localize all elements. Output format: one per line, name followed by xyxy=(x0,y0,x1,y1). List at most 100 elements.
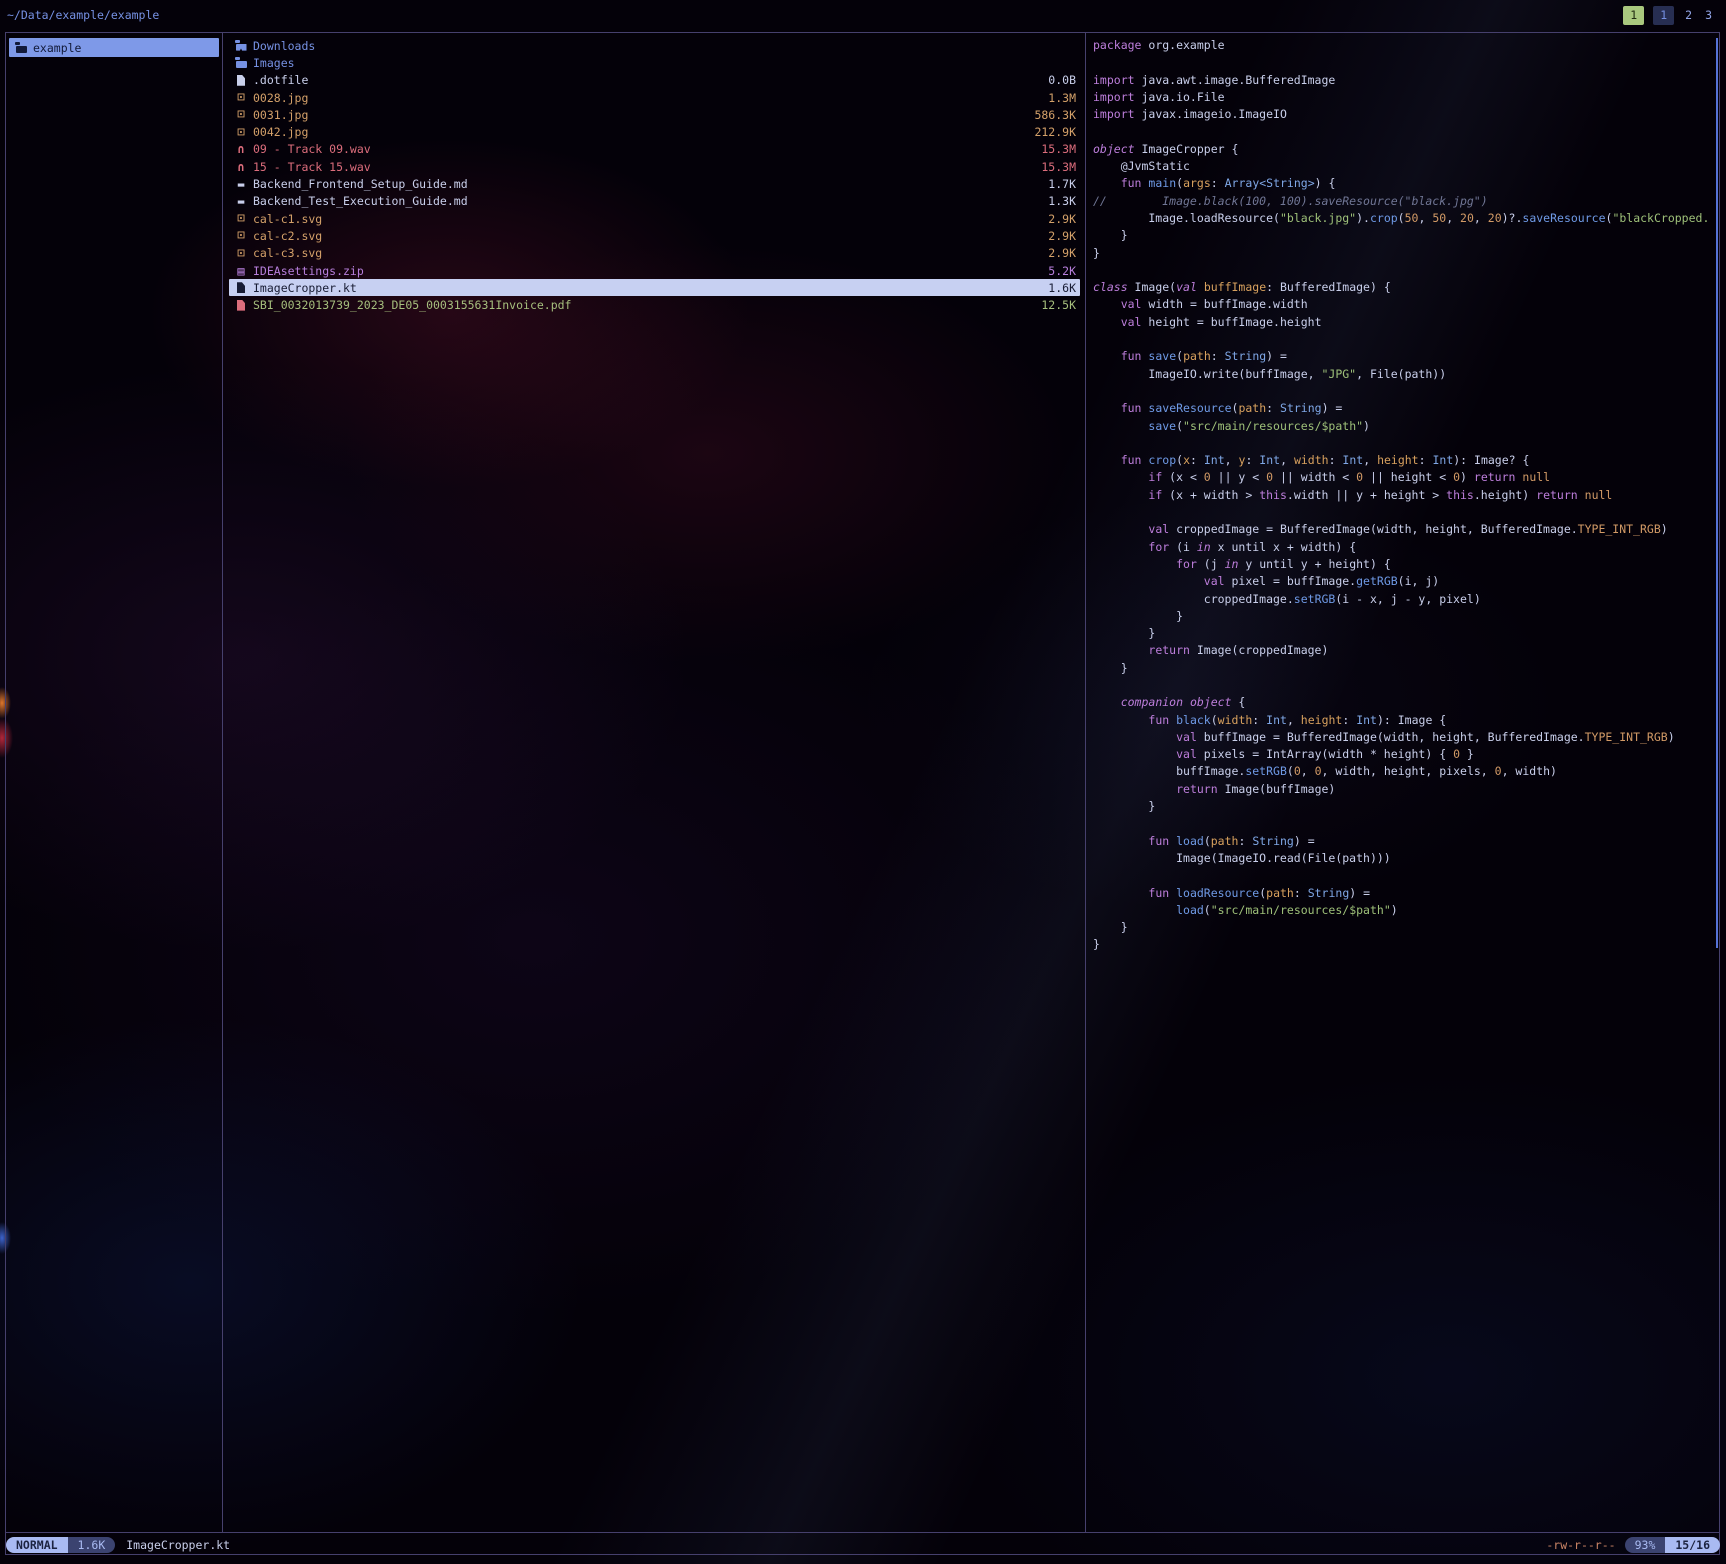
file-row[interactable]: cal-c3.svg2.9K xyxy=(229,245,1080,262)
file-row[interactable]: example xyxy=(9,38,219,57)
file-icon xyxy=(233,281,249,294)
file-name: cal-c1.svg xyxy=(253,212,322,226)
file-size: 586.3K xyxy=(1026,108,1076,122)
code-line: fun black(width: Int, height: Int): Imag… xyxy=(1093,712,1719,729)
file-row[interactable]: cal-c1.svg 2.9K xyxy=(229,210,1080,227)
file-size: 2.9K xyxy=(1040,212,1076,226)
code-line xyxy=(1093,54,1719,71)
file-row[interactable]: Downloads xyxy=(229,37,1080,54)
code-line: fun crop(x: Int, y: Int, width: Int, hei… xyxy=(1093,452,1719,469)
file-name: 09 - Track 09.wav xyxy=(253,142,371,156)
code-line: } xyxy=(1093,798,1719,815)
file-name: Backend_Test_Execution_Guide.md xyxy=(253,194,468,208)
code-line: if (x + width > this.width || y + height… xyxy=(1093,487,1719,504)
file-icon xyxy=(233,299,249,312)
file-size-badge: 1.6K xyxy=(68,1537,116,1553)
status-bar: NORMAL 1.6K ImageCropper.kt -rw-r--r-- 9… xyxy=(6,1537,1720,1553)
file-name: cal-c2.svg xyxy=(253,229,322,243)
file-size: 15.3M xyxy=(1033,160,1076,174)
file-row[interactable]: 09 - Track 09.wav15.3M xyxy=(229,141,1080,158)
code-line: ImageIO.write(buffImage, "JPG", File(pat… xyxy=(1093,366,1719,383)
code-line: save("src/main/resources/$path") xyxy=(1093,418,1719,435)
code-line: } xyxy=(1093,625,1719,642)
file-row[interactable]: 0042.jpg 212.9K xyxy=(229,123,1080,140)
file-size: 12.5K xyxy=(1033,298,1076,312)
file-row[interactable]: Backend_Test_Execution_Guide.md1.3K xyxy=(229,193,1080,210)
mode-badge: NORMAL xyxy=(6,1537,68,1553)
code-line: } xyxy=(1093,245,1719,262)
code-line: fun loadResource(path: String) = xyxy=(1093,885,1719,902)
file-size: 1.3M xyxy=(1040,91,1076,105)
preview-scrollbar[interactable] xyxy=(1716,38,1718,948)
statusbar-divider xyxy=(6,1532,1719,1533)
header-bar: ~/Data/example/example 1123 xyxy=(0,0,1726,30)
code-line xyxy=(1093,123,1719,140)
tab-bar: 1123 xyxy=(1623,6,1714,25)
code-line: fun saveResource(path: String) = xyxy=(1093,400,1719,417)
code-line: companion object { xyxy=(1093,694,1719,711)
audio-icon xyxy=(233,160,249,173)
tab-indicator-1[interactable]: 1 xyxy=(1623,6,1644,25)
file-name: SBI_0032013739_2023_DE05_0003155631Invoi… xyxy=(253,298,572,312)
file-row[interactable]: 0028.jpg 1.3M xyxy=(229,89,1080,106)
file-row[interactable]: Backend_Frontend_Setup_Guide.md1.7K xyxy=(229,175,1080,192)
folder-icon xyxy=(233,56,249,69)
file-row[interactable]: cal-c2.svg 2.9K xyxy=(229,227,1080,244)
file-row[interactable]: 15 - Track 15.wav 15.3M xyxy=(229,158,1080,175)
code-line: package org.example xyxy=(1093,37,1719,54)
code-line: fun load(path: String) = xyxy=(1093,833,1719,850)
image-icon xyxy=(233,212,249,225)
file-list-pane: DownloadsImages.dotfile0.0B0028.jpg1.3M0… xyxy=(223,33,1085,314)
file-row[interactable]: IDEAsettings.zip5.2K xyxy=(229,262,1080,279)
code-line xyxy=(1093,504,1719,521)
code-line: @JvmStatic xyxy=(1093,158,1719,175)
preview-pane[interactable]: package org.exampleimport java.awt.image… xyxy=(1086,33,1719,954)
status-left: NORMAL 1.6K ImageCropper.kt xyxy=(6,1537,230,1553)
markdown-icon xyxy=(233,195,249,208)
file-icon xyxy=(233,74,249,87)
tab-indicator-3[interactable]: 2 xyxy=(1683,6,1694,25)
file-row[interactable]: SBI_0032013739_2023_DE05_0003155631Invoi… xyxy=(229,296,1080,313)
file-name: 15 - Track 15.wav xyxy=(253,160,371,174)
code-line xyxy=(1093,677,1719,694)
file-name: IDEAsettings.zip xyxy=(253,264,364,278)
file-row[interactable]: 0031.jpg 586.3K xyxy=(229,106,1080,123)
code-line: Image(ImageIO.read(File(path))) xyxy=(1093,850,1719,867)
code-line: load("src/main/resources/$path") xyxy=(1093,902,1719,919)
code-line: } xyxy=(1093,608,1719,625)
file-row[interactable]: ImageCropper.kt1.6K xyxy=(229,279,1080,296)
code-line: } xyxy=(1093,919,1719,936)
file-name: 0031.jpg xyxy=(253,108,308,122)
status-right: -rw-r--r-- 93% 15/16 xyxy=(1546,1537,1720,1553)
scroll-percent-badge: 93% xyxy=(1625,1537,1666,1553)
code-line xyxy=(1093,435,1719,452)
code-line: if (x < 0 || y < 0 || width < 0 || heigh… xyxy=(1093,469,1719,486)
cursor-position-badge: 15/16 xyxy=(1665,1537,1720,1553)
zip-icon xyxy=(233,264,249,277)
file-name: example xyxy=(33,41,81,55)
image-icon xyxy=(233,91,249,104)
downloads-folder-icon xyxy=(233,39,249,52)
file-name: Downloads xyxy=(253,39,315,53)
file-name: 0042.jpg xyxy=(253,125,308,139)
file-name: Backend_Frontend_Setup_Guide.md xyxy=(253,177,468,191)
file-size: 2.9K xyxy=(1040,229,1076,243)
file-row[interactable]: .dotfile0.0B xyxy=(229,72,1080,89)
pane-frame: example DownloadsImages.dotfile0.0B0028.… xyxy=(5,32,1720,1555)
code-line: } xyxy=(1093,227,1719,244)
tab-indicator-4[interactable]: 3 xyxy=(1703,6,1714,25)
image-icon xyxy=(233,229,249,242)
code-line: croppedImage.setRGB(i - x, j - y, pixel) xyxy=(1093,591,1719,608)
file-size: 0.0B xyxy=(1040,73,1076,87)
code-line: val pixel = buffImage.getRGB(i, j) xyxy=(1093,573,1719,590)
tab-indicator-2[interactable]: 1 xyxy=(1653,6,1674,25)
file-size: 2.9K xyxy=(1040,246,1076,260)
code-line: } xyxy=(1093,660,1719,677)
image-icon xyxy=(233,108,249,121)
code-line: val height = buffImage.height xyxy=(1093,314,1719,331)
code-line: for (i in x until x + width) { xyxy=(1093,539,1719,556)
file-name: 0028.jpg xyxy=(253,91,308,105)
file-size: 212.9K xyxy=(1026,125,1076,139)
file-row[interactable]: Images xyxy=(229,54,1080,71)
audio-icon xyxy=(233,143,249,156)
